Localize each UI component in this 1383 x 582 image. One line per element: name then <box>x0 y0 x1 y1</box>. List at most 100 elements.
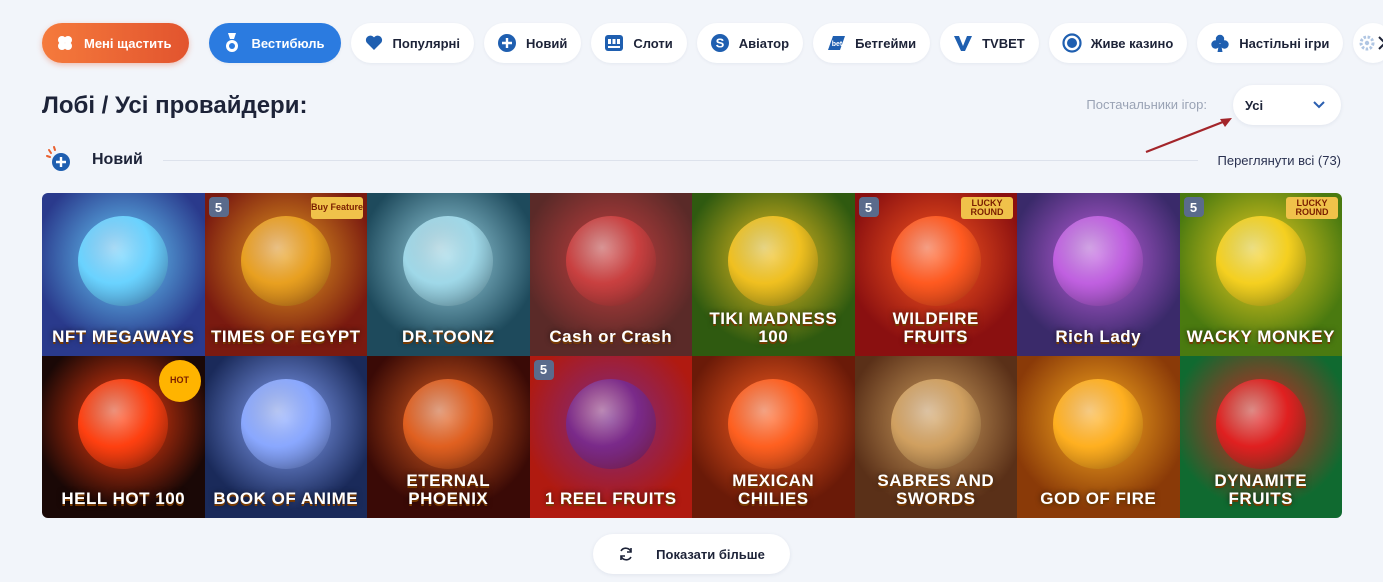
game-title: TIMES OF EGYPT <box>210 326 361 346</box>
game-badge: 5 <box>533 359 554 380</box>
live-dot-icon <box>1061 32 1083 54</box>
nav-slots-button[interactable]: Слоти <box>591 23 687 63</box>
game-tile[interactable]: 5 LUCKY ROUND WILDFIRE FRUITS <box>854 193 1017 356</box>
section-title: Новий <box>92 151 143 168</box>
game-corner-badge: LUCKY ROUND <box>1286 197 1338 219</box>
game-badge: 5 <box>858 197 879 217</box>
game-grid: NFT MEGAWAYS 5 Buy Feature TIMES OF EGYPT DR… <box>42 193 1342 518</box>
game-tile[interactable]: DR.TOONZ <box>367 193 530 356</box>
game-tile[interactable]: GOD OF FIRE <box>1017 355 1180 518</box>
game-artwork <box>240 216 331 307</box>
refresh-icon <box>618 546 634 562</box>
nav-slots-label: Слоти <box>633 35 673 51</box>
nav-aviator-button[interactable]: S Авіатор <box>696 23 804 63</box>
clover-icon <box>54 32 76 54</box>
game-title: Cash or Crash <box>549 326 673 346</box>
nav-lucky-button[interactable]: Мені щастить <box>42 23 190 63</box>
game-artwork <box>403 216 494 307</box>
game-title: WACKY MONKEY <box>1186 326 1335 346</box>
nav-lucky-label: Мені щастить <box>84 35 172 51</box>
load-more-button[interactable]: Показати більше <box>593 534 790 574</box>
game-tile[interactable]: SABRES AND SWORDS <box>854 355 1017 518</box>
tvbet-icon <box>952 32 974 54</box>
game-tile[interactable]: NFT MEGAWAYS <box>42 193 205 356</box>
game-tile[interactable]: TIKI MADNESS 100 <box>692 193 855 356</box>
game-artwork <box>1053 216 1144 307</box>
game-artwork <box>1215 216 1306 307</box>
game-artwork <box>240 378 331 469</box>
game-tile[interactable]: 5 1 REEL FRUITS <box>529 355 692 518</box>
game-title: 1 REEL FRUITS <box>544 489 677 509</box>
game-tile[interactable]: DYNAMITE FRUITS <box>1179 355 1342 518</box>
game-artwork <box>565 216 656 307</box>
game-artwork <box>1215 378 1306 469</box>
category-nav: Мені щастить Вестибюль Популярні Новий С… <box>42 22 1383 64</box>
view-all-link[interactable]: Переглянути всі (73) <box>1218 153 1342 168</box>
game-artwork <box>1053 378 1144 469</box>
game-artwork <box>728 378 819 469</box>
nav-betgames-button[interactable]: bet Бетгейми <box>813 23 931 63</box>
game-title: SABRES AND SWORDS <box>877 471 995 509</box>
medal-icon <box>221 32 243 54</box>
nav-popular-button[interactable]: Популярні <box>350 23 474 63</box>
game-title: ETERNAL PHOENIX <box>406 471 491 509</box>
nav-scroll-right-button[interactable] <box>1353 23 1383 63</box>
nav-table-games-button[interactable]: Настільні ігри <box>1197 23 1344 63</box>
nav-lobby-button[interactable]: Вестибюль <box>209 23 341 63</box>
aviator-icon: S <box>709 32 731 54</box>
club-suit-icon <box>1209 32 1231 54</box>
chevron-right-icon <box>1377 36 1383 50</box>
game-artwork <box>890 378 981 469</box>
game-title: BOOK OF ANIME <box>213 489 359 509</box>
game-title: NFT MEGAWAYS <box>52 326 195 346</box>
slot-machine-icon <box>603 32 625 54</box>
game-title: Rich Lady <box>1055 326 1142 346</box>
game-title: MEXICAN CHILIES <box>732 471 815 509</box>
betgames-icon: bet <box>825 32 847 54</box>
nav-new-button[interactable]: Новий <box>484 23 582 63</box>
game-title: DYNAMITE FRUITS <box>1214 471 1308 509</box>
game-artwork <box>78 378 169 469</box>
section-divider <box>162 159 1198 161</box>
game-title: TIKI MADNESS 100 <box>709 308 838 346</box>
chevron-down-icon <box>1313 101 1325 109</box>
nav-tvbet-label: TVBET <box>982 35 1025 51</box>
plus-circle-icon <box>496 32 518 54</box>
game-corner-badge: HOT <box>158 359 201 402</box>
game-badge: 5 <box>1183 197 1204 217</box>
game-tile[interactable]: MEXICAN CHILIES <box>692 355 855 518</box>
game-title: DR.TOONZ <box>402 326 495 346</box>
providers-select[interactable]: Усі <box>1233 85 1341 125</box>
svg-text:bet: bet <box>832 41 843 48</box>
game-tile[interactable]: Cash or Crash <box>529 193 692 356</box>
game-tile[interactable]: ETERNAL PHOENIX <box>367 355 530 518</box>
nav-betgames-label: Бетгейми <box>855 35 917 51</box>
game-artwork <box>728 216 819 307</box>
game-title: HELL HOT 100 <box>61 489 186 509</box>
game-title: GOD OF FIRE <box>1040 489 1157 509</box>
game-corner-badge: LUCKY ROUND <box>961 197 1013 219</box>
nav-live-casino-label: Живе казино <box>1090 35 1174 51</box>
nav-table-games-label: Настільні ігри <box>1239 35 1330 51</box>
game-artwork <box>78 216 169 307</box>
svg-text:S: S <box>715 36 724 51</box>
game-tile[interactable]: Rich Lady <box>1017 193 1180 356</box>
providers-select-value: Усі <box>1245 97 1264 113</box>
nav-live-casino-button[interactable]: Живе казино <box>1048 23 1188 63</box>
game-artwork <box>403 378 494 469</box>
page-title: Лобі / Усі провайдери: <box>42 92 308 119</box>
game-tile[interactable]: BOOK OF ANIME <box>204 355 367 518</box>
section-header: Новий Переглянути всі (73) <box>42 142 1341 178</box>
game-tile[interactable]: 5 Buy Feature TIMES OF EGYPT <box>204 193 367 356</box>
nav-tvbet-button[interactable]: TVBET <box>940 23 1039 63</box>
game-corner-badge: Buy Feature <box>311 197 363 219</box>
nav-aviator-label: Авіатор <box>738 35 790 51</box>
game-tile[interactable]: 5 LUCKY ROUND WACKY MONKEY <box>1179 193 1342 356</box>
load-more-label: Показати більше <box>656 546 765 562</box>
game-artwork <box>565 378 656 469</box>
heart-icon <box>363 32 385 54</box>
game-tile[interactable]: HOT HELL HOT 100 <box>42 355 205 518</box>
nav-lobby-label: Вестибюль <box>251 35 325 51</box>
game-badge: 5 <box>208 197 229 217</box>
nav-new-label: Новий <box>526 35 568 51</box>
